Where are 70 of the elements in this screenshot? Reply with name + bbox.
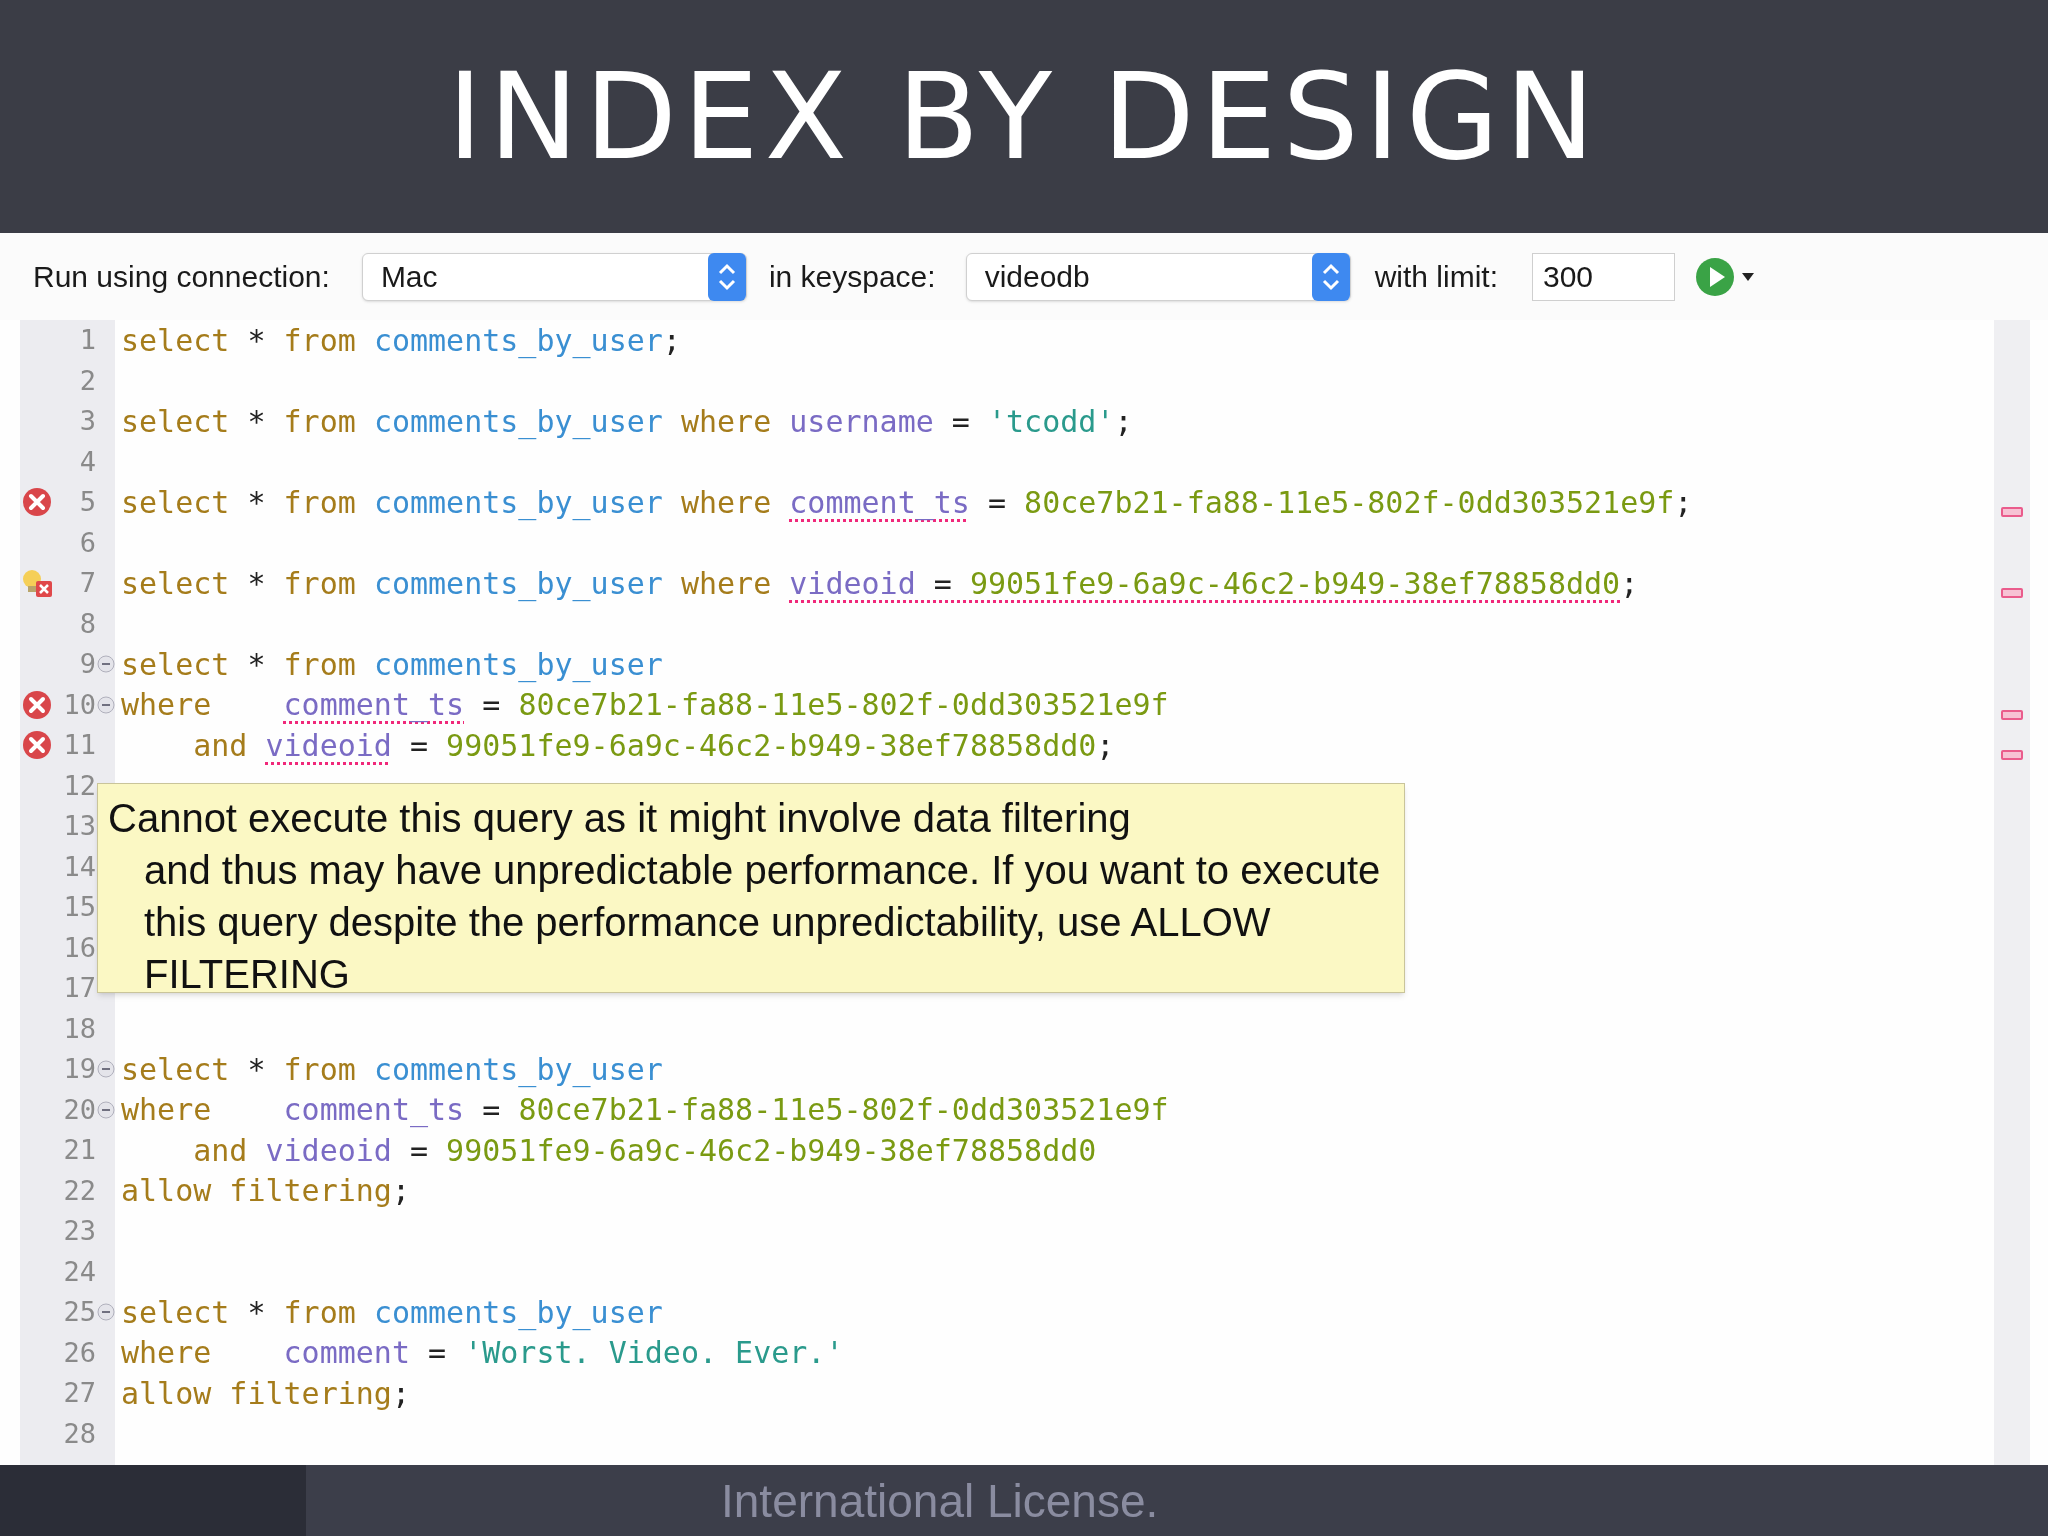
code-line: where comment_ts = 80ce7b21-fa88-11e5-802f-0dd303521e9f [121, 1091, 1169, 1130]
line-number: 21 [62, 1133, 96, 1167]
code-line: and videoid = 99051fe9-6a9c-46c2-b949-38ef78858dd0 [192, 1131, 1097, 1170]
line-number: 10 [62, 687, 96, 722]
line-number: 7 [78, 566, 96, 600]
play-icon [1695, 256, 1735, 297]
keyspace-label: in keyspace: [768, 259, 936, 295]
stepper-icon [1311, 252, 1350, 301]
code-line: select * from comments_by_user where username = 'tcodd'; [121, 402, 1133, 442]
tooltip-text: and thus may have unpredictable performance. If you want to execute this query despite the performance unpredictability, use ALLOW FILTERING [143, 847, 1382, 998]
error-mark[interactable] [2001, 750, 2023, 761]
fold-icon[interactable] [96, 1303, 115, 1322]
code-line: select * from comments_by_user where comment_ts = 80ce7b21-fa88-11e5-802f-0dd303521e9f; [121, 483, 1693, 523]
tooltip-text: Cannot execute this query as it might involve data filtering [108, 795, 1132, 842]
line-number: 5 [78, 485, 96, 519]
line-number: 14 [62, 849, 96, 884]
code-line: where comment = 'Worst. Video. Ever.' [121, 1334, 844, 1373]
fold-icon[interactable] [96, 655, 115, 674]
line-number: 12 [62, 768, 96, 803]
code-line: select * from comments_by_user [121, 1050, 663, 1090]
line-number: 13 [62, 809, 96, 843]
caret-icon [1741, 271, 1755, 282]
code-line: select * from comments_by_user where videoid = 99051fe9-6a9c-46c2-b949-38ef78858dd0; [121, 564, 1639, 604]
code-line: where comment_ts = 80ce7b21-fa88-11e5-802f-0dd303521e9f [121, 686, 1169, 725]
code-line: select * from comments_by_user [121, 645, 663, 685]
keyspace-select[interactable]: videodb [965, 252, 1351, 301]
line-number: 16 [62, 930, 96, 965]
fold-icon[interactable] [96, 1100, 115, 1119]
error-mark[interactable] [2001, 507, 2023, 518]
line-number: 26 [62, 1335, 96, 1370]
line-number: 19 [62, 1052, 96, 1086]
connection-select[interactable]: Mac [361, 252, 747, 301]
error-mark[interactable] [2001, 588, 2023, 599]
limit-field[interactable]: 300 [1532, 252, 1675, 301]
code-line: select * from comments_by_user [121, 1293, 663, 1333]
run-button[interactable] [1695, 256, 1755, 297]
line-number: 11 [62, 728, 96, 762]
line-number: 15 [62, 890, 96, 924]
line-number: 18 [62, 1011, 96, 1046]
fold-icon[interactable] [96, 695, 115, 714]
line-number: 25 [62, 1295, 96, 1329]
error-mark[interactable] [2001, 709, 2023, 720]
code-line: allow filtering; [121, 1374, 410, 1413]
line-number: 9 [78, 647, 96, 681]
line-number: 2 [78, 363, 96, 398]
code-line: allow filtering; [121, 1172, 410, 1211]
lightbulb-error-icon [20, 567, 54, 600]
error-icon [21, 486, 53, 519]
line-number: 23 [62, 1214, 96, 1248]
error-icon [21, 729, 53, 762]
line-number: 27 [62, 1376, 96, 1410]
line-number: 8 [78, 606, 96, 641]
code-line: select * from comments_by_user; [121, 321, 681, 361]
slide-title: INDEX BY DESIGN [447, 56, 1601, 177]
line-number: 6 [78, 525, 96, 560]
error-icon [21, 688, 53, 721]
connection-label: Run using connection: [33, 259, 330, 295]
code-line: and videoid = 99051fe9-6a9c-46c2-b949-38ef78858dd0; [192, 726, 1115, 765]
line-number: 24 [62, 1254, 96, 1289]
line-number: 1 [78, 323, 96, 357]
line-number: 22 [62, 1173, 96, 1208]
fold-icon[interactable] [96, 1060, 115, 1079]
stepper-icon [707, 252, 746, 301]
line-number: 3 [78, 404, 96, 438]
line-number: 4 [78, 444, 96, 479]
footer-text: International License. [721, 1477, 1159, 1524]
line-number: 20 [62, 1092, 96, 1127]
line-number: 28 [62, 1416, 96, 1451]
limit-label: with limit: [1374, 259, 1498, 295]
line-number: 17 [62, 971, 96, 1005]
